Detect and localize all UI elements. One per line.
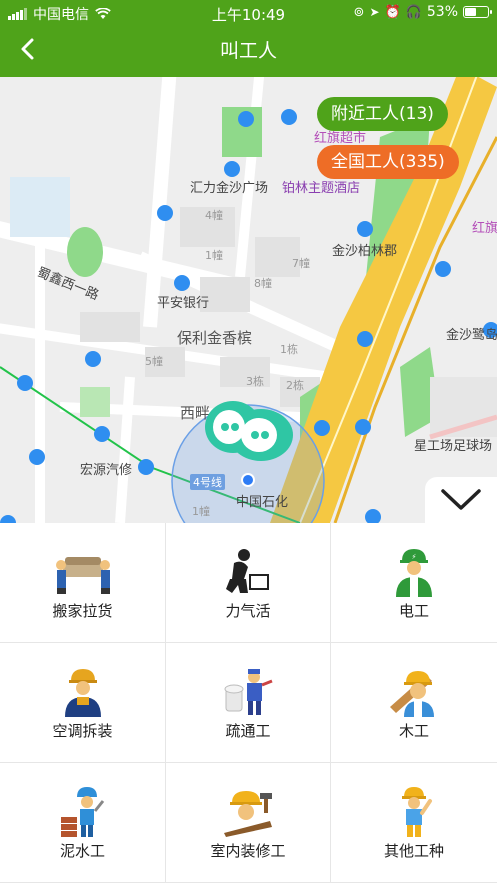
alarm-icon: ⏰ — [384, 4, 401, 20]
map-label: 1幢 — [192, 505, 210, 518]
worker-category-grid: 搬家拉货 力气活 ⚡ 电工 空调拆装 疏通工 木工 泥水工 室内装修工 其他工种 — [0, 523, 497, 883]
map-label: 1栋 — [280, 343, 298, 356]
other-worker-icon — [402, 787, 432, 837]
laborer-icon — [226, 549, 269, 593]
map-label: 红旗 — [472, 221, 497, 236]
collapse-map-button[interactable] — [425, 477, 497, 523]
carpenter-icon — [390, 671, 434, 717]
category-label: 电工 — [398, 602, 429, 620]
category-label: 室内装修工 — [210, 842, 286, 860]
map-label: 宏源汽修 — [80, 463, 133, 478]
category-label: 疏通工 — [225, 722, 271, 740]
headphones-icon: 🎧 — [405, 4, 422, 20]
category-carpenter[interactable]: 木工 — [331, 643, 497, 763]
category-electrician[interactable]: ⚡ 电工 — [331, 523, 497, 643]
category-moving[interactable]: 搬家拉货 — [0, 523, 166, 643]
electrician-icon: ⚡ — [396, 549, 432, 597]
map-label: 星工场足球场 — [414, 439, 493, 454]
decorator-icon — [224, 791, 272, 837]
map-label: 平安银行 — [157, 296, 210, 311]
category-label: 空调拆装 — [52, 722, 113, 740]
rotation-lock-icon: ⊚ — [353, 4, 365, 20]
category-decorator[interactable]: 室内装修工 — [166, 763, 331, 883]
map-label: 5幢 — [145, 355, 163, 368]
app-screen: 中国电信 上午10:49 ⊚ ➤ ⏰ 🎧 53% 叫工人 红旗超市 汇力金沙广场… — [0, 0, 497, 883]
map-label: 4号线 — [190, 474, 225, 490]
map-label: 汇力金沙广场 — [190, 181, 269, 196]
category-mason[interactable]: 泥水工 — [0, 763, 166, 883]
map-view[interactable]: 红旗超市 汇力金沙广场 铂林主题酒店 4幢 1幢 7幢 8幢 金沙柏林郡 蜀鑫西… — [0, 77, 497, 523]
nationwide-workers-button[interactable]: 全国工人(335) — [317, 145, 459, 179]
battery-percent: 53% — [426, 4, 458, 20]
category-ac[interactable]: 空调拆装 — [0, 643, 166, 763]
worker-marker-icon[interactable] — [203, 393, 295, 463]
svg-text:⚡: ⚡ — [412, 553, 417, 561]
map-label: 铂林主题酒店 — [282, 181, 361, 196]
category-label: 泥水工 — [59, 842, 105, 860]
map-label: 中国石化 — [236, 495, 289, 510]
map-label: 2栋 — [286, 379, 304, 392]
map-label: 8幢 — [254, 277, 272, 290]
top-bar: 中国电信 上午10:49 ⊚ ➤ ⏰ 🎧 53% 叫工人 — [0, 0, 497, 77]
category-other[interactable]: 其他工种 — [331, 763, 497, 883]
map-label: 3栋 — [246, 375, 264, 388]
status-bar: 中国电信 上午10:49 ⊚ ➤ ⏰ 🎧 53% — [0, 0, 497, 26]
plumber-icon — [224, 669, 273, 715]
category-label: 搬家拉货 — [52, 602, 113, 620]
map-label: 7幢 — [292, 257, 310, 270]
category-label: 木工 — [398, 722, 429, 740]
nearby-workers-button[interactable]: 附近工人(13) — [317, 97, 448, 131]
map-label: 4幢 — [205, 209, 223, 222]
chevron-down-icon — [441, 489, 481, 510]
page-title: 叫工人 — [219, 40, 277, 62]
moving-workers-icon — [55, 557, 110, 594]
category-labor[interactable]: 力气活 — [166, 523, 331, 643]
category-label: 力气活 — [225, 602, 271, 620]
location-icon: ➤ — [369, 5, 380, 19]
category-label: 其他工种 — [383, 842, 444, 860]
map-label: 金沙柏林郡 — [332, 244, 398, 259]
map-label: 金沙鹭岛 — [446, 328, 497, 343]
map-label: 1幢 — [205, 249, 223, 262]
ac-installer-icon — [64, 669, 101, 717]
category-plumber[interactable]: 疏通工 — [166, 643, 331, 763]
map-label: 保利金香槟 — [177, 329, 253, 347]
battery-icon — [463, 6, 492, 18]
mason-icon — [60, 787, 104, 837]
